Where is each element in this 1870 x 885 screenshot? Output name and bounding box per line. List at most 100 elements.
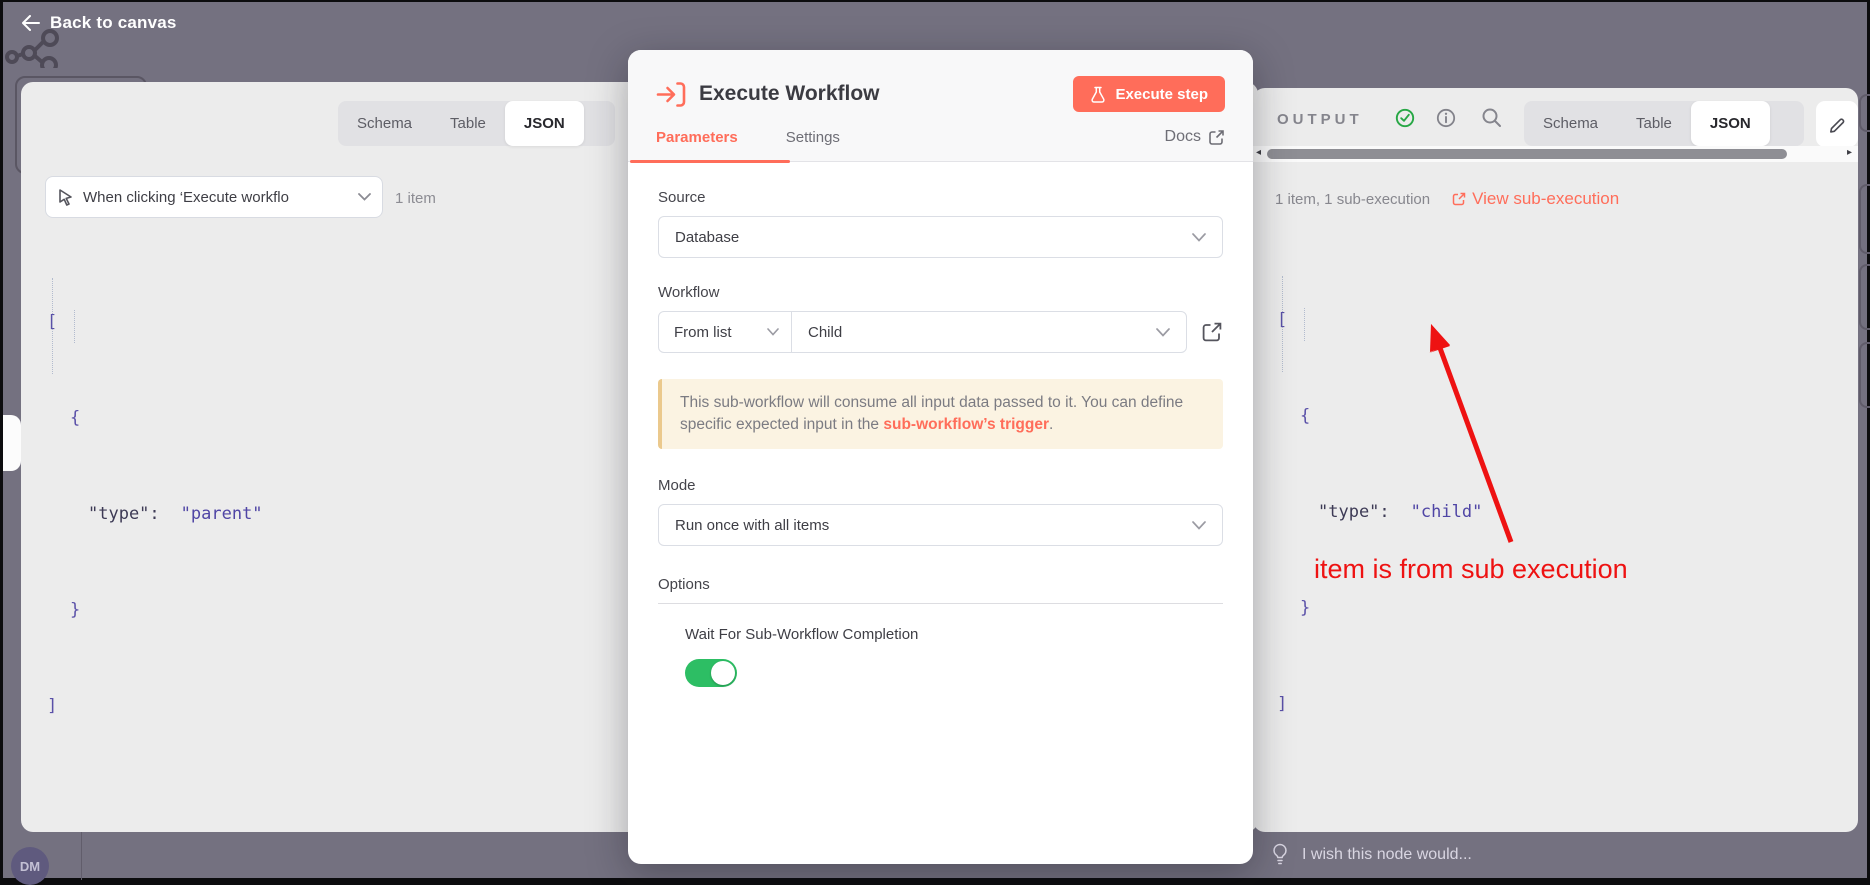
json-brace: } <box>70 600 80 620</box>
background-grid-line <box>81 826 82 880</box>
json-brace: { <box>70 408 80 428</box>
chevron-down-icon <box>1192 233 1206 242</box>
output-meta-row: 1 item, 1 sub-execution View sub-executi… <box>1253 189 1858 209</box>
mode-select-value: Run once with all items <box>675 517 829 534</box>
input-view-tabs: Schema Table JSON <box>338 101 615 146</box>
docs-link[interactable]: Docs <box>1165 128 1225 161</box>
output-json-viewer: [ { "type":"child" } ] <box>1277 240 1482 784</box>
mode-field: Mode Run once with all items <box>658 477 1223 546</box>
source-label: Source <box>658 189 1223 206</box>
workflow-combo: From list Child <box>658 311 1187 353</box>
modal-title: Execute Workflow <box>699 82 880 106</box>
source-select[interactable]: Database <box>658 216 1223 258</box>
search-icon[interactable] <box>1481 107 1503 129</box>
options-section: Options Wait For Sub-Workflow Completion <box>658 576 1223 687</box>
canvas-dark-overlay: Back to canvas INPUT Schema Table JSON W… <box>3 2 1867 878</box>
tab-parameters[interactable]: Parameters <box>656 129 738 161</box>
tab-table[interactable]: Table <box>1617 101 1691 146</box>
input-json-viewer: [ { "type":"parent" } ] <box>47 242 263 786</box>
json-value: "child" <box>1411 502 1483 522</box>
chevron-down-icon <box>358 193 371 201</box>
background-shape <box>1859 94 1870 132</box>
source-select-value: Database <box>675 229 739 246</box>
chevron-down-icon <box>1156 328 1170 337</box>
success-check-icon <box>1395 108 1415 128</box>
json-bracket: ] <box>47 696 57 716</box>
output-panel-title: OUTPUT <box>1277 111 1363 128</box>
tab-schema[interactable]: Schema <box>338 101 431 146</box>
execute-step-label: Execute step <box>1115 86 1208 103</box>
back-to-canvas-label: Back to canvas <box>50 13 177 33</box>
json-indent-guide <box>1304 308 1305 341</box>
avatar[interactable]: DM <box>11 847 49 885</box>
cursor-pointer-icon <box>57 188 74 206</box>
view-sub-execution-label: View sub-execution <box>1472 189 1619 209</box>
tab-json[interactable]: JSON <box>1691 101 1770 146</box>
source-field: Source Database <box>658 189 1223 258</box>
json-indent-guide <box>1282 276 1283 372</box>
json-indent-guide <box>74 310 75 343</box>
pencil-icon <box>1828 115 1847 134</box>
edit-output-button[interactable] <box>1816 101 1858 147</box>
output-panel: OUTPUT Schema Table JSON ◂ ▸ 1 item, 1 s… <box>1253 88 1858 832</box>
scroll-right-arrow[interactable]: ▸ <box>1847 147 1852 158</box>
docs-label: Docs <box>1165 128 1201 146</box>
chevron-down-icon <box>767 328 779 336</box>
external-link-icon <box>1452 192 1466 206</box>
background-shape <box>1859 264 1870 330</box>
input-items-count: 1 item <box>395 190 436 207</box>
node-feedback-label: I wish this node would... <box>1302 846 1472 864</box>
workflow-source-select[interactable]: From list <box>659 312 792 352</box>
modal-body: Source Database Workflow From list <box>628 162 1253 714</box>
background-shape <box>1859 342 1870 408</box>
lightbulb-icon <box>1271 843 1289 867</box>
json-indent-guide <box>52 278 53 374</box>
wait-option-field: Wait For Sub-Workflow Completion <box>685 626 1223 687</box>
view-sub-execution-link[interactable]: View sub-execution <box>1452 189 1619 209</box>
json-brace: { <box>1300 406 1310 426</box>
open-workflow-icon[interactable] <box>1201 321 1223 343</box>
execute-workflow-node-modal: Execute Workflow Execute step Parameters… <box>628 50 1253 864</box>
modal-header: Execute Workflow Execute step Parameters… <box>628 50 1253 162</box>
json-key: "type": <box>1318 502 1390 522</box>
workflow-label: Workflow <box>658 284 1223 301</box>
background-shape <box>1859 184 1870 254</box>
json-bracket: ] <box>1277 694 1287 714</box>
json-brace: } <box>1300 598 1310 618</box>
chevron-down-icon <box>1192 521 1206 530</box>
workflow-select[interactable]: Child <box>792 312 1186 352</box>
json-value: "parent" <box>181 504 263 524</box>
options-label: Options <box>658 576 1223 604</box>
arrow-left-icon <box>21 15 40 31</box>
panel-drag-handle[interactable] <box>3 415 21 471</box>
output-items-count: 1 item, 1 sub-execution <box>1275 191 1430 208</box>
annotation-text: item is from sub execution <box>1314 554 1628 585</box>
back-to-canvas-button[interactable]: Back to canvas <box>21 13 177 33</box>
workflow-field: Workflow From list Child <box>658 284 1223 353</box>
tab-table[interactable]: Table <box>431 101 505 146</box>
wait-option-label: Wait For Sub-Workflow Completion <box>685 626 1223 643</box>
json-key: "type": <box>88 504 160 524</box>
scrollbar-thumb[interactable] <box>1267 149 1787 159</box>
input-node-selector[interactable]: When clicking ‘Execute workflo <box>45 176 383 218</box>
external-link-icon <box>1208 129 1225 146</box>
execute-step-button[interactable]: Execute step <box>1073 76 1225 112</box>
tab-settings[interactable]: Settings <box>786 129 840 161</box>
mode-select[interactable]: Run once with all items <box>658 504 1223 546</box>
node-feedback-button[interactable]: I wish this node would... <box>1271 843 1472 867</box>
info-icon[interactable] <box>1436 108 1456 128</box>
flask-icon <box>1090 86 1106 103</box>
workflow-select-value: Child <box>808 324 842 341</box>
mode-label: Mode <box>658 477 1223 494</box>
tab-schema[interactable]: Schema <box>1524 101 1617 146</box>
notice-suffix: . <box>1049 416 1053 433</box>
horizontal-scrollbar: ◂ ▸ <box>1253 146 1858 162</box>
active-tab-underline <box>630 160 790 163</box>
sub-workflow-trigger-link[interactable]: sub-workflow’s trigger <box>883 416 1049 433</box>
sub-workflow-notice: This sub-workflow will consume all input… <box>658 379 1223 449</box>
toggle-knob <box>711 661 735 685</box>
tab-json[interactable]: JSON <box>505 101 584 146</box>
ndv-screen: Back to canvas INPUT Schema Table JSON W… <box>0 0 1870 883</box>
wait-option-toggle[interactable] <box>685 659 737 687</box>
scroll-left-arrow[interactable]: ◂ <box>1256 147 1261 158</box>
